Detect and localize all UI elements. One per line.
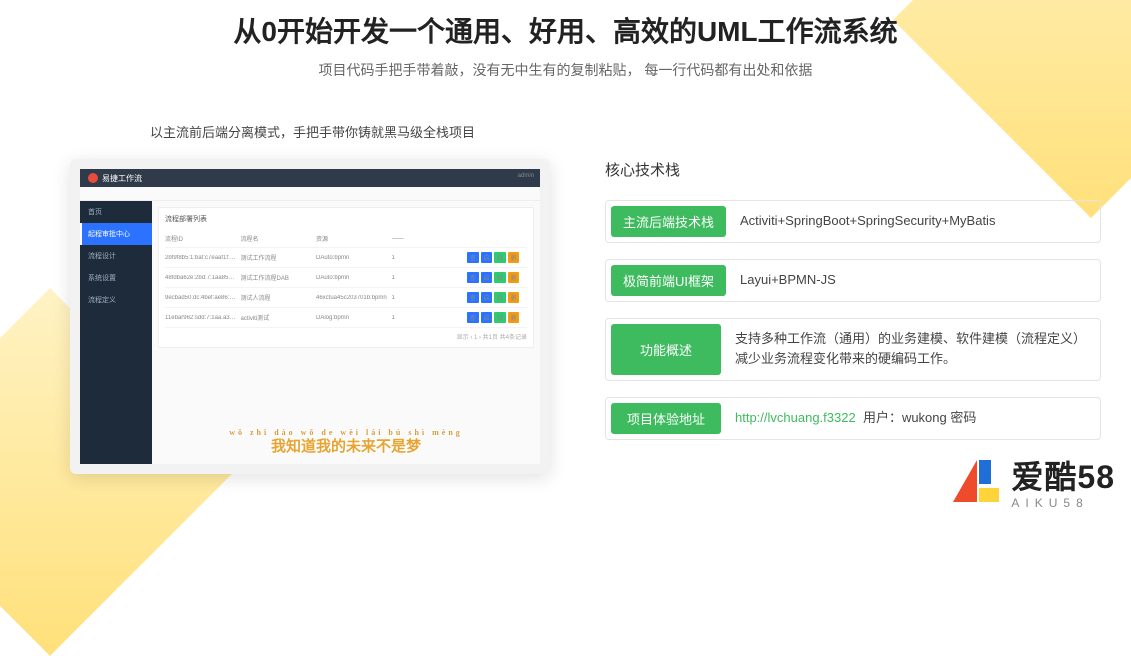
intro-text: 以主流前后端分离模式，手把手带你铸就黑马级全栈项目	[150, 122, 1131, 141]
app-name: 易捷工作流	[102, 173, 142, 184]
badge-backend: 主流后端技术栈	[611, 206, 726, 237]
badge-demo-url: 项目体验地址	[611, 403, 721, 434]
table-header: 流程ID流程名资源——	[165, 230, 527, 248]
page-title: 从0开始开发一个通用、好用、高效的UML工作流系统	[0, 10, 1131, 50]
sidebar-item[interactable]: 起程审批中心	[80, 223, 152, 245]
spec-features: 功能概述 支持多种工作流（通用）的业务建模、软件建模（流程定义）减少业务流程变化…	[605, 318, 1101, 382]
table-row: 48fdba62e:2bd:7:1aa85b-a8b测试工作流程DABDAuto…	[165, 268, 527, 288]
sidebar-item[interactable]: 流程定义	[80, 289, 152, 311]
demo-monitor: 易捷工作流 admin 首页 起程审批中心 流程设计 系统设置 流程定义	[70, 159, 550, 474]
demo-link[interactable]: http://lvchuang.f3322	[735, 408, 856, 429]
spec-value: Activiti+SpringBoot+SpringSecurity+MyBat…	[726, 201, 1100, 242]
stack-heading: 核心技术栈	[605, 159, 1101, 180]
watermark-icon	[953, 460, 1003, 510]
badge-features: 功能概述	[611, 324, 721, 376]
table-row: 2bf9f8b5:1:baf:c7eaaf1f:1c5a8b测试工作流程DAut…	[165, 248, 527, 268]
spec-value: http://lvchuang.f3322 用户：wukong 密码	[721, 398, 1100, 439]
spec-value: 支持多种工作流（通用）的业务建模、软件建模（流程定义）减少业务流程变化带来的硬编…	[721, 319, 1100, 381]
watermark-cn: 爱酷58	[1011, 461, 1115, 493]
spec-value: Layui+BPMN-JS	[726, 260, 1100, 301]
spec-demo-url: 项目体验地址 http://lvchuang.f3322 用户：wukong 密…	[605, 397, 1101, 440]
spec-backend: 主流后端技术栈 Activiti+SpringBoot+SpringSecuri…	[605, 200, 1101, 243]
table-row: 9ecbad50:dc:4bef:ae86:a8b测试人流程46xctua45c…	[165, 288, 527, 308]
card-title: 流程部署列表	[165, 214, 527, 224]
table-row: 11ebar962:sdd:7:1aa.a3DD:a8bactiviti测试DA…	[165, 308, 527, 328]
video-caption: wǒ zhī dào wǒ de wèi lái bú shì mèng 我知道…	[152, 428, 540, 456]
app-logo-icon	[88, 173, 98, 183]
demo-credentials: 用户：wukong 密码	[863, 408, 976, 429]
spec-frontend: 极简前端UI框架 Layui+BPMN-JS	[605, 259, 1101, 302]
watermark: 爱酷58 AIKU58	[949, 458, 1119, 512]
badge-frontend: 极简前端UI框架	[611, 265, 726, 296]
page-subtitle: 项目代码手把手带着敲，没有无中生有的复制粘贴， 每一行代码都有出处和依据	[0, 60, 1131, 80]
table-footer: 显示 ‹ 1 › 共1页 共4条记录	[165, 328, 527, 341]
sidebar-item[interactable]: 系统设置	[80, 267, 152, 289]
sidebar-item[interactable]: 流程设计	[80, 245, 152, 267]
watermark-en: AIKU58	[1011, 497, 1115, 509]
user-label: admin	[518, 169, 534, 183]
sidebar-item[interactable]: 首页	[80, 201, 152, 223]
